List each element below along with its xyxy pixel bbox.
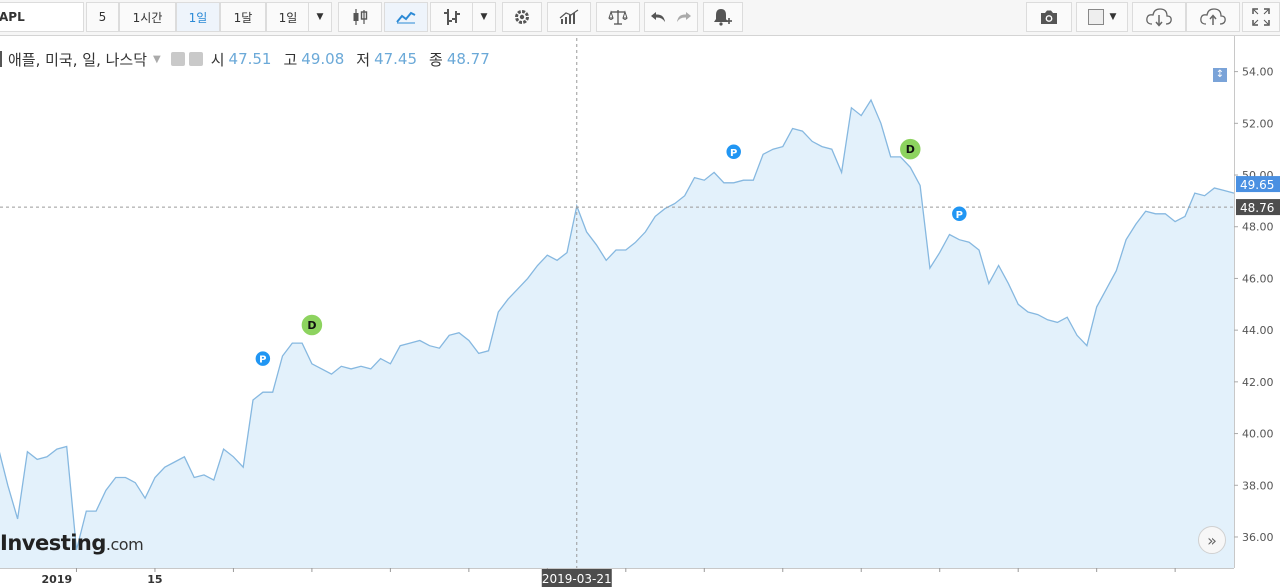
legend-close-label: 종 (429, 50, 443, 69)
legend-settings-icon[interactable] (170, 52, 185, 66)
legend-open-label: 시 (210, 50, 225, 69)
y-tick-label: 36.00 (1242, 531, 1274, 544)
compare-button[interactable] (596, 2, 640, 32)
area-chart-button[interactable] (384, 2, 428, 32)
crosshair-date-label: 2019-03-21 (542, 572, 612, 586)
screenshot-button[interactable] (1026, 2, 1072, 32)
interval-1month-button[interactable]: 1달 (220, 2, 266, 32)
x-tick-label: 15 (147, 573, 162, 586)
gear-icon (513, 8, 531, 26)
redo-button[interactable] (670, 2, 698, 32)
y-tick-label: 40.00 (1242, 428, 1274, 441)
chevron-down-icon: ▼ (316, 12, 324, 22)
balance-scale-icon (608, 9, 628, 25)
redo-icon (676, 10, 692, 24)
split-event-label: P (730, 148, 737, 159)
cloud-upload-icon (1199, 7, 1227, 27)
split-event-label: P (956, 210, 963, 221)
investing-logo: Investing.com (0, 531, 144, 555)
fullscreen-button[interactable] (1242, 2, 1280, 32)
y-tick-label: 46.00 (1242, 272, 1274, 285)
chevron-down-icon: ▼ (1109, 12, 1117, 22)
bell-plus-icon (713, 8, 733, 26)
x-tick-label: 2019 (42, 573, 73, 586)
chevron-down-icon: ▼ (480, 12, 488, 22)
ohlc-bars-button[interactable] (430, 2, 474, 32)
candlestick-chart-button[interactable] (338, 2, 382, 32)
y-tick-label: 42.00 (1242, 376, 1274, 389)
y-tick-label: 44.00 (1242, 324, 1274, 337)
legend-high-value: 49.08 (301, 50, 345, 68)
interval-1hour-label: 1시간 (132, 10, 163, 25)
period-select[interactable]: 1일 (266, 2, 310, 32)
legend-low-label: 저 (356, 50, 371, 69)
crosshair-price-label: 48.76 (1240, 201, 1274, 215)
legend-close-value: 48.77 (446, 50, 490, 68)
fullscreen-icon (1252, 8, 1270, 26)
symbol-text: APL (0, 10, 25, 24)
interval-1day-label: 1일 (188, 10, 208, 25)
candlestick-icon (351, 8, 369, 26)
period-dropdown-button[interactable]: ▼ (308, 2, 332, 32)
color-swatch-icon (1087, 9, 1104, 25)
interval-1day-button[interactable]: 1일 (176, 2, 220, 32)
area-chart-icon (396, 10, 416, 24)
undo-icon (650, 10, 666, 24)
double-chevron-right-icon: » (1207, 530, 1217, 550)
period-select-value: 1일 (278, 10, 298, 25)
split-event-label: P (259, 355, 266, 366)
chart-type-dropdown-button[interactable]: ▼ (472, 2, 496, 32)
y-tick-label: 38.00 (1242, 479, 1274, 492)
legend-title: 애플, 미국, 일, 나스닥 (8, 50, 148, 69)
legend-open-value: 47.51 (228, 50, 272, 68)
y-tick-label: 54.00 (1242, 66, 1274, 79)
symbol-input[interactable]: APL (0, 2, 84, 32)
color-picker-button[interactable]: ▼ (1076, 2, 1128, 32)
price-chart[interactable]: 36.0038.0040.0042.0044.0046.0048.0050.00… (0, 36, 1280, 587)
dividend-event-label: D (307, 319, 316, 332)
legend-dropdown-icon[interactable]: ▼ (153, 54, 161, 65)
chart-toolbar: APL 5 1시간 1일 1달 1일 ▼ ▼ ▼ (0, 0, 1280, 36)
indicators-icon (559, 9, 579, 25)
scale-toggle-button[interactable]: ↕ (1213, 68, 1227, 82)
interval-5min-button[interactable]: 5 (86, 2, 119, 32)
last-price-label: 49.65 (1240, 178, 1274, 192)
interval-1hour-button[interactable]: 1시간 (119, 2, 176, 32)
save-chart-button[interactable] (1186, 2, 1240, 32)
price-area-fill (0, 100, 1234, 568)
interval-5min-label: 5 (98, 10, 107, 24)
legend-high-label: 고 (283, 50, 298, 69)
legend-low-value: 47.45 (374, 50, 418, 68)
legend-close-icon[interactable] (188, 52, 203, 66)
cloud-download-icon (1145, 7, 1173, 27)
indicators-button[interactable] (547, 2, 591, 32)
camera-icon (1039, 9, 1059, 25)
interval-1month-label: 1달 (233, 10, 253, 25)
scroll-to-realtime-button[interactable]: » (1198, 526, 1226, 554)
load-chart-button[interactable] (1132, 2, 1186, 32)
ohlc-bars-icon (443, 7, 461, 27)
alert-button[interactable] (703, 2, 743, 32)
legend-left-bar (0, 51, 2, 67)
undo-button[interactable] (644, 2, 670, 32)
series-legend: 애플, 미국, 일, 나스닥 ▼ 시 47.51 고 49.08 저 47.45… (0, 48, 502, 70)
logo-brand: Investing (0, 531, 106, 555)
y-tick-label: 52.00 (1242, 117, 1274, 130)
arrows-vertical-icon: ↕ (1215, 69, 1225, 80)
settings-button[interactable] (502, 2, 542, 32)
y-tick-label: 48.00 (1242, 221, 1274, 234)
logo-suffix: .com (105, 535, 144, 554)
time-axis-background (0, 568, 1280, 587)
dividend-event-label: D (906, 143, 915, 156)
